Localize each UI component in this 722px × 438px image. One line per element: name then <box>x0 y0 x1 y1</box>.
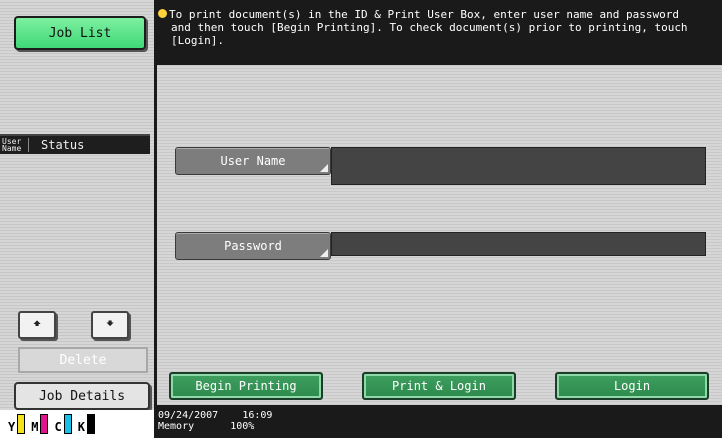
print-login-button[interactable]: Print & Login <box>362 372 516 400</box>
time-readout: 16:09 <box>242 410 273 421</box>
message-line-2: and then touch [Begin Printing]. To chec… <box>171 21 688 34</box>
instruction-message: To print document(s) in the ID & Print U… <box>158 8 722 64</box>
toner-y: Y <box>8 414 26 434</box>
status-bar: 09/24/2007 16:09 Memory 100% <box>158 410 458 438</box>
date-readout: 09/24/2007 <box>158 410 219 421</box>
message-line-3: [Login]. <box>171 34 224 47</box>
lightbulb-icon <box>158 9 167 18</box>
job-details-button[interactable]: Job Details <box>14 382 150 410</box>
delete-button[interactable]: Delete <box>18 347 148 373</box>
column-header-status: Status <box>28 138 84 152</box>
memory-value: 100% <box>230 421 255 432</box>
job-list-panel: Job List User Name Status 🠹 🠻 Delete Job… <box>0 0 154 438</box>
memory-label: Memory <box>158 421 195 432</box>
scroll-up-button[interactable]: 🠹 <box>18 311 56 339</box>
password-field[interactable] <box>331 232 706 256</box>
password-button[interactable]: Password <box>175 232 331 260</box>
scroll-down-button[interactable]: 🠻 <box>91 311 129 339</box>
toner-k: K <box>78 414 95 434</box>
begin-printing-button[interactable]: Begin Printing <box>169 372 323 400</box>
user-name-button[interactable]: User Name <box>175 147 331 175</box>
column-header-user-name: User Name <box>2 137 22 153</box>
toner-levels: Y M C K <box>0 410 154 438</box>
job-list-header: User Name Status <box>0 134 150 154</box>
job-list-button[interactable]: Job List <box>14 16 146 50</box>
down-arrow-icon: 🠻 <box>105 316 115 332</box>
login-button[interactable]: Login <box>555 372 709 400</box>
user-name-field[interactable] <box>331 147 706 185</box>
message-line-1: To print document(s) in the ID & Print U… <box>169 8 679 21</box>
login-form: User Name Password Begin Printing Print … <box>157 65 722 405</box>
action-bar: Begin Printing Print & Login Login <box>157 365 722 405</box>
toner-m: M <box>31 414 49 434</box>
toner-c: C <box>54 414 72 434</box>
up-arrow-icon: 🠹 <box>32 316 42 332</box>
